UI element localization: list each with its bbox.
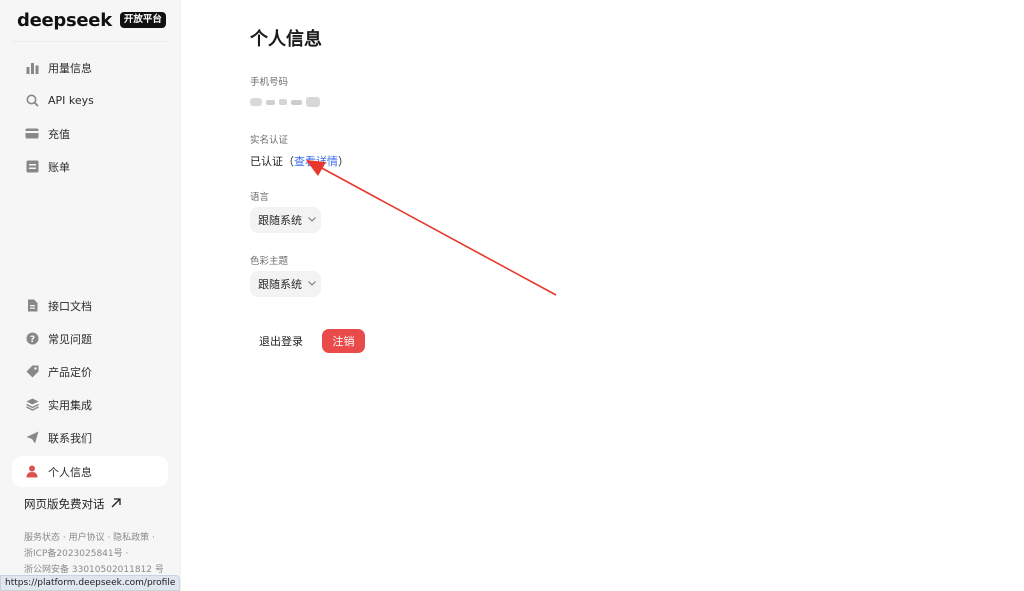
language-value: 跟随系统 [258,214,302,227]
svg-text:?: ? [29,335,34,345]
external-link-icon [111,497,121,511]
realname-label: 实名认证 [250,135,289,146]
bar-chart-icon [25,61,39,75]
search-icon [25,94,39,108]
realname-status-text: 已认证（ [250,155,294,168]
sidebar-item-profile[interactable]: 个人信息 [12,456,168,487]
sidebar-item-pricing[interactable]: 产品定价 [12,356,168,387]
sidebar-item-label: 个人信息 [48,465,92,479]
phone-value-masked [250,94,320,108]
footer-line[interactable]: 服务状态 · 用户协议 · 隐私政策 · [24,530,174,546]
question-icon: ? [25,332,39,346]
user-icon [25,465,39,479]
footer-links: 服务状态 · 用户协议 · 隐私政策 · 浙ICP备2023025841号 · … [24,530,174,578]
sidebar-item-integrations[interactable]: 实用集成 [12,389,168,420]
sidebar-item-contact[interactable]: 联系我们 [12,422,168,453]
web-chat-label: 网页版免费对话 [24,497,105,511]
send-icon [25,431,39,445]
sidebar-item-label: 接口文档 [48,299,92,313]
view-details-link[interactable]: 查看详情 [294,155,338,168]
tag-icon [25,365,39,379]
theme-select[interactable]: 跟随系统 [250,271,321,297]
brand-name: deepseek [17,9,112,31]
sidebar-item-label: 充值 [48,127,70,141]
realname-status-suffix: ） [338,155,349,168]
sidebar-item-label: API keys [48,94,94,107]
bill-icon [25,160,39,174]
brand-divider [12,41,168,42]
sidebar-item-usage[interactable]: 用量信息 [12,52,168,83]
sidebar-item-label: 账单 [48,160,70,174]
sidebar-item-label: 常见问题 [48,332,92,346]
sidebar-item-label: 产品定价 [48,365,92,379]
brand-badge: 开放平台 [119,12,166,28]
chevron-down-icon [308,279,316,289]
sidebar-item-recharge[interactable]: 充值 [12,118,168,149]
realname-status: 已认证（查看详情） [250,153,349,169]
theme-value: 跟随系统 [258,278,302,291]
card-icon [25,127,39,141]
sidebar-item-label: 实用集成 [48,398,92,412]
sidebar: deepseek 开放平台 用量信息 API keys 充值 账单 接口文档 ?… [0,0,181,591]
footer-line[interactable]: 浙ICP备2023025841号 · [24,546,174,562]
sidebar-item-label: 用量信息 [48,61,92,75]
brand-logo[interactable]: deepseek 开放平台 [17,8,166,32]
web-chat-link[interactable]: 网页版免费对话 [24,496,121,512]
sidebar-item-faq[interactable]: ? 常见问题 [12,323,168,354]
layers-icon [25,398,39,412]
document-icon [25,299,39,313]
page-title: 个人信息 [250,29,322,50]
delete-account-button[interactable]: 注销 [322,329,365,353]
sidebar-item-label: 联系我们 [48,431,92,445]
sidebar-item-billing[interactable]: 账单 [12,151,168,182]
chevron-down-icon [308,215,316,225]
sidebar-item-api-docs[interactable]: 接口文档 [12,290,168,321]
language-select[interactable]: 跟随系统 [250,207,321,233]
sidebar-item-api-keys[interactable]: API keys [12,85,168,116]
theme-label: 色彩主题 [250,256,289,267]
logout-button[interactable]: 退出登录 [250,329,312,353]
language-label: 语言 [250,192,270,203]
phone-label: 手机号码 [250,77,289,88]
status-bar-url: https://platform.deepseek.com/profile [0,575,181,591]
